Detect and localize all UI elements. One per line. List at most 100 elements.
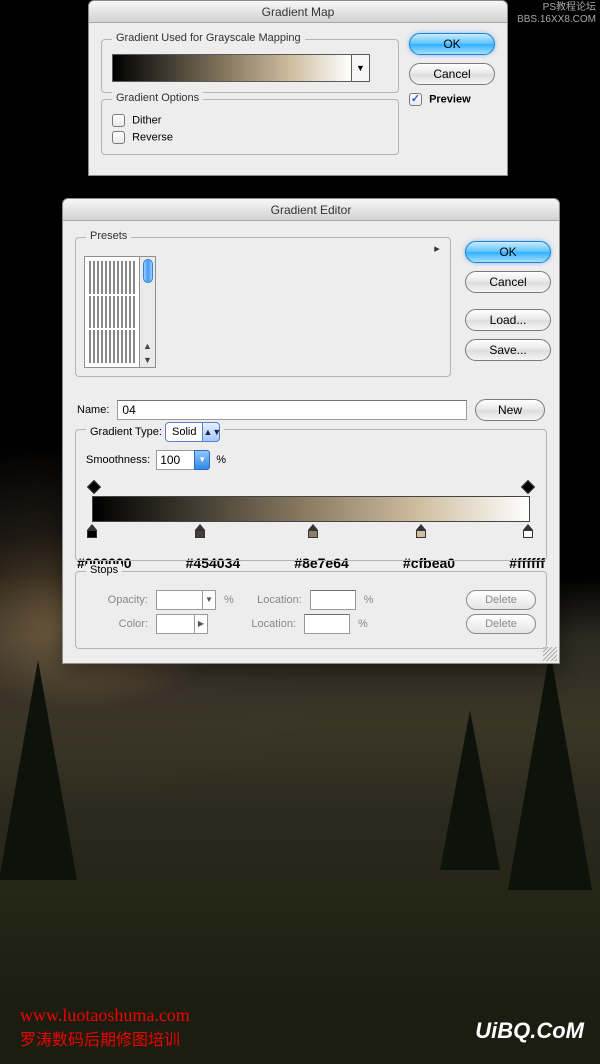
ok-button[interactable]: OK	[465, 241, 551, 263]
gradient-type-group: Gradient Type: Solid ▲▼ Smoothness: ▼ %	[75, 429, 547, 561]
reverse-checkbox[interactable]	[112, 131, 125, 144]
preset-swatch[interactable]	[133, 330, 135, 363]
color-swatch-picker: ▶	[156, 614, 208, 634]
gradient-preview[interactable]	[112, 54, 352, 82]
preset-swatch[interactable]	[117, 296, 119, 329]
smoothness-label: Smoothness:	[86, 454, 150, 466]
opacity-stop[interactable]	[522, 482, 534, 492]
preset-swatch[interactable]	[113, 330, 115, 363]
dither-label: Dither	[132, 114, 161, 126]
gradient-options-group: Gradient Options Dither Reverse	[101, 99, 399, 155]
preset-swatch[interactable]	[97, 296, 99, 329]
smoothness-input[interactable]: ▼	[156, 450, 210, 470]
preset-swatch[interactable]	[129, 330, 131, 363]
preset-swatch[interactable]	[89, 261, 91, 294]
resize-grip-icon[interactable]	[543, 647, 557, 661]
preset-swatch[interactable]	[93, 296, 95, 329]
preset-swatch[interactable]	[109, 330, 111, 363]
chevron-down-icon[interactable]: ▼	[194, 450, 210, 470]
color-stop[interactable]	[307, 524, 319, 538]
scroll-up-icon[interactable]: ▲	[140, 339, 155, 353]
preset-swatch[interactable]	[97, 330, 99, 363]
watermark-bottom-left: www.luotaoshuma.com 罗涛数码后期修图培训	[20, 1005, 190, 1050]
preview-checkbox[interactable]	[409, 93, 422, 106]
dither-checkbox[interactable]	[112, 114, 125, 127]
preset-swatch[interactable]	[101, 330, 103, 363]
tree-silhouette	[440, 710, 500, 870]
cancel-button[interactable]: Cancel	[465, 271, 551, 293]
new-button[interactable]: New	[475, 399, 545, 421]
preset-swatch[interactable]	[113, 261, 115, 294]
opacity-label: Opacity:	[90, 594, 148, 606]
preset-swatch[interactable]	[133, 261, 135, 294]
preset-swatch[interactable]	[105, 330, 107, 363]
percent-label: %	[364, 594, 374, 606]
stops-legend: Stops	[86, 564, 122, 576]
opacity-stop[interactable]	[88, 482, 100, 492]
color-stop[interactable]	[86, 524, 98, 538]
chevron-right-icon: ▶	[194, 614, 208, 634]
name-input[interactable]	[117, 400, 467, 420]
preset-swatch[interactable]	[125, 330, 127, 363]
gradient-map-dialog: Gradient Map Gradient Used for Grayscale…	[88, 0, 508, 176]
color-stop[interactable]	[522, 524, 534, 538]
preset-swatch[interactable]	[125, 296, 127, 329]
stops-group: Stops Opacity: ▼ % Location: % Delete Co…	[75, 571, 547, 649]
opacity-location-input	[310, 590, 356, 610]
ok-button[interactable]: OK	[409, 33, 495, 55]
tree-silhouette	[0, 660, 77, 880]
gradient-bar-editor[interactable]	[86, 482, 536, 552]
percent-label: %	[358, 618, 368, 630]
preset-swatch[interactable]	[133, 296, 135, 329]
scrollbar-thumb[interactable]	[143, 259, 153, 283]
opacity-input: ▼	[156, 590, 216, 610]
presets-flyout-icon[interactable]: ▸	[430, 242, 444, 256]
preset-swatch[interactable]	[121, 296, 123, 329]
preset-swatch[interactable]	[117, 330, 119, 363]
scroll-down-icon[interactable]: ▼	[140, 353, 155, 367]
smoothness-field[interactable]	[156, 450, 194, 470]
load-button[interactable]: Load...	[465, 309, 551, 331]
preset-swatch[interactable]	[101, 261, 103, 294]
preset-swatch[interactable]	[125, 261, 127, 294]
preset-swatch[interactable]	[93, 261, 95, 294]
preset-swatch[interactable]	[109, 296, 111, 329]
chevron-updown-icon: ▲▼	[203, 427, 219, 437]
preset-swatch[interactable]	[105, 261, 107, 294]
color-swatch	[156, 614, 194, 634]
preset-swatch[interactable]	[129, 261, 131, 294]
preset-swatch[interactable]	[93, 330, 95, 363]
presets-scrollbar[interactable]: ▲ ▼	[140, 256, 156, 368]
preset-swatch[interactable]	[121, 330, 123, 363]
presets-grid[interactable]	[84, 256, 140, 368]
preset-swatch[interactable]	[89, 330, 91, 363]
name-label: Name:	[77, 404, 109, 416]
preset-swatch[interactable]	[105, 296, 107, 329]
preset-swatch[interactable]	[109, 261, 111, 294]
gradient-type-value: Solid	[166, 423, 203, 441]
delete-color-stop-button: Delete	[466, 614, 536, 634]
gradient-map-titlebar[interactable]: Gradient Map	[89, 1, 507, 23]
gradient-bar[interactable]	[92, 496, 530, 522]
preset-swatch[interactable]	[101, 296, 103, 329]
grayscale-mapping-legend: Gradient Used for Grayscale Mapping	[112, 32, 305, 44]
preset-swatch[interactable]	[89, 296, 91, 329]
cancel-button[interactable]: Cancel	[409, 63, 495, 85]
tree-silhouette	[508, 650, 592, 890]
color-stop[interactable]	[194, 524, 206, 538]
save-button[interactable]: Save...	[465, 339, 551, 361]
preset-swatch[interactable]	[113, 296, 115, 329]
preset-swatch[interactable]	[121, 261, 123, 294]
gradient-editor-titlebar[interactable]: Gradient Editor	[63, 199, 559, 221]
preset-swatch[interactable]	[117, 261, 119, 294]
grayscale-mapping-group: Gradient Used for Grayscale Mapping ▼	[101, 39, 399, 93]
preset-swatch[interactable]	[129, 296, 131, 329]
gradient-type-label: Gradient Type:	[90, 426, 162, 438]
gradient-options-legend: Gradient Options	[112, 92, 203, 104]
gradient-type-dropdown[interactable]: Solid ▲▼	[165, 422, 220, 442]
color-label: Color:	[90, 618, 148, 630]
gradient-dropdown-arrow[interactable]: ▼	[352, 54, 370, 82]
preset-swatch[interactable]	[97, 261, 99, 294]
delete-opacity-stop-button: Delete	[466, 590, 536, 610]
color-stop[interactable]	[415, 524, 427, 538]
